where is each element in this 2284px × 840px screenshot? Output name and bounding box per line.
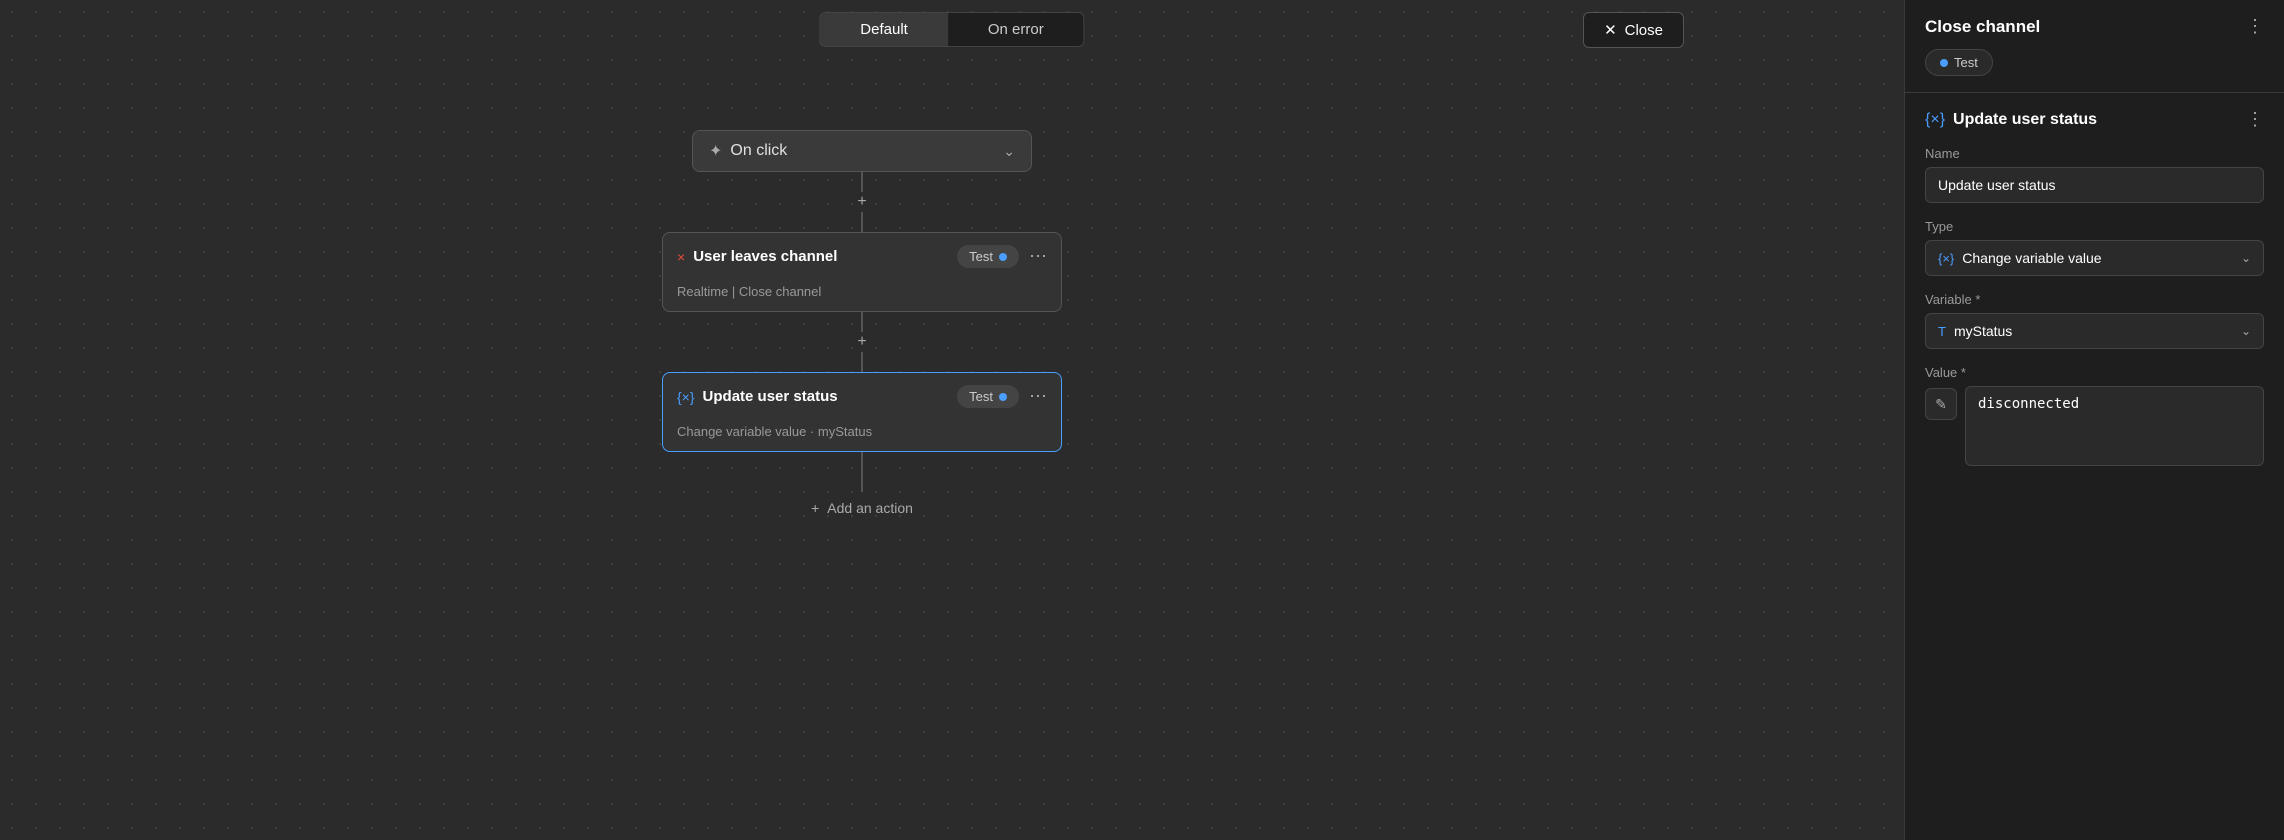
node-update-user-status-subtitle: Change variable value · myStatus (677, 424, 872, 439)
trigger-icon: ✦ (709, 141, 722, 161)
panel-close-channel-section: Close channel ⋮ Test (1905, 0, 2284, 93)
add-action-plus-icon: + (811, 500, 819, 516)
value-row: ✎ disconnected (1925, 386, 2264, 466)
panel-close-channel-test-label: Test (1954, 55, 1978, 70)
panel-close-channel-test-badge[interactable]: Test (1925, 49, 1993, 76)
panel-close-channel-more[interactable]: ⋮ (2246, 16, 2264, 37)
connector-line-3 (861, 312, 863, 332)
connector-2: + (855, 312, 868, 372)
panel-update-header: {×} Update user status ⋮ (1925, 109, 2264, 130)
node-update-user-status-right: Test ⋯ (957, 385, 1047, 408)
variable-field-group: Variable * T myStatus ⌄ (1925, 292, 2264, 349)
variable-select-value: myStatus (1954, 323, 2012, 339)
panel-update-icon: {×} (1925, 111, 1945, 129)
chevron-down-icon: ⌄ (1003, 143, 1015, 160)
value-textarea[interactable]: disconnected (1965, 386, 2264, 466)
node-user-leaves-channel-header: × User leaves channel Test ⋯ (663, 233, 1061, 280)
panel-update-status-section: {×} Update user status ⋮ Name Type {×} C… (1905, 93, 2284, 840)
type-field-label: Type (1925, 219, 2264, 234)
node-user-leaves-channel-test-badge[interactable]: Test (957, 245, 1019, 268)
node-update-user-status-title-row: {×} Update user status (677, 388, 838, 405)
connector-1: + (855, 172, 868, 232)
canvas-area: Default On error ✕ Close ✦ On click ⌄ + … (0, 0, 1904, 840)
type-field-select[interactable]: {×} Change variable value ⌄ (1925, 240, 2264, 276)
panel-update-more[interactable]: ⋮ (2246, 109, 2264, 130)
node-update-user-status-body: Change variable value · myStatus (663, 420, 1061, 451)
type-select-left: {×} Change variable value (1938, 250, 2102, 266)
add-action-label: Add an action (827, 500, 913, 516)
tab-default[interactable]: Default (820, 13, 948, 46)
name-field-group: Name (1925, 146, 2264, 203)
node-user-leaves-channel-more[interactable]: ⋯ (1029, 246, 1047, 267)
test-dot-2 (999, 393, 1007, 401)
node-user-leaves-channel-title: User leaves channel (693, 248, 837, 265)
value-field-group: Value * ✎ disconnected (1925, 365, 2264, 466)
variable-chevron-icon: ⌄ (2241, 324, 2251, 338)
close-x-icon: ✕ (1604, 21, 1617, 39)
node-user-leaves-channel-subtitle: Realtime | Close channel (677, 284, 821, 299)
node-update-user-status-more[interactable]: ⋯ (1029, 386, 1047, 407)
node-update-user-status-header: {×} Update user status Test ⋯ (663, 373, 1061, 420)
type-select-value: Change variable value (1962, 250, 2101, 266)
panel-close-channel-test-dot (1940, 59, 1948, 67)
right-panel: Close channel ⋮ Test {×} Update user sta… (1904, 0, 2284, 840)
panel-close-channel-header: Close channel ⋮ (1925, 16, 2264, 37)
top-tabs: Default On error (819, 12, 1084, 47)
node-user-leaves-channel-right: Test ⋯ (957, 245, 1047, 268)
flow-area: ✦ On click ⌄ + × User leaves channel Tes… (0, 70, 1724, 840)
name-field-input[interactable] (1925, 167, 2264, 203)
variable-field-label: Variable * (1925, 292, 2264, 307)
trigger-left: ✦ On click (709, 141, 787, 161)
connector-line-6 (861, 472, 863, 492)
value-edit-icon: ✎ (1935, 396, 1947, 413)
panel-update-title-row: {×} Update user status (1925, 111, 2097, 129)
node-user-leaves-channel[interactable]: × User leaves channel Test ⋯ Realtime | … (662, 232, 1062, 312)
node-user-leaves-channel-icon: × (677, 249, 685, 265)
node-user-leaves-channel-title-row: × User leaves channel (677, 248, 837, 265)
connector-3 (861, 452, 863, 492)
add-action-button[interactable]: + Add an action (795, 492, 929, 524)
connector-line-2 (861, 212, 863, 232)
value-field-label: Value * (1925, 365, 2264, 380)
node-update-user-status-icon: {×} (677, 389, 695, 405)
test-badge-label-1: Test (969, 249, 993, 264)
node-update-user-status-test-badge[interactable]: Test (957, 385, 1019, 408)
add-between-node1-node2[interactable]: + (855, 332, 868, 352)
tab-on-error[interactable]: On error (948, 13, 1084, 46)
connector-line-5 (861, 452, 863, 472)
variable-select-left: T myStatus (1938, 323, 2012, 339)
connector-line-4 (861, 352, 863, 372)
trigger-label: On click (730, 142, 787, 160)
close-button-label: Close (1625, 22, 1663, 39)
variable-field-select[interactable]: T myStatus ⌄ (1925, 313, 2264, 349)
trigger-box[interactable]: ✦ On click ⌄ (692, 130, 1032, 172)
close-button[interactable]: ✕ Close (1583, 12, 1684, 48)
variable-select-icon: T (1938, 324, 1946, 339)
value-icon-button[interactable]: ✎ (1925, 388, 1957, 420)
connector-line-1 (861, 172, 863, 192)
name-field-label: Name (1925, 146, 2264, 161)
panel-close-channel-title: Close channel (1925, 17, 2040, 37)
type-chevron-icon: ⌄ (2241, 251, 2251, 265)
test-badge-label-2: Test (969, 389, 993, 404)
add-between-trigger-node1[interactable]: + (855, 192, 868, 212)
panel-update-title: Update user status (1953, 111, 2097, 129)
test-dot-1 (999, 253, 1007, 261)
node-update-user-status-title: Update user status (703, 388, 838, 405)
node-update-user-status[interactable]: {×} Update user status Test ⋯ Change var… (662, 372, 1062, 452)
type-select-icon: {×} (1938, 251, 1954, 266)
node-user-leaves-channel-body: Realtime | Close channel (663, 280, 1061, 311)
type-field-group: Type {×} Change variable value ⌄ (1925, 219, 2264, 276)
